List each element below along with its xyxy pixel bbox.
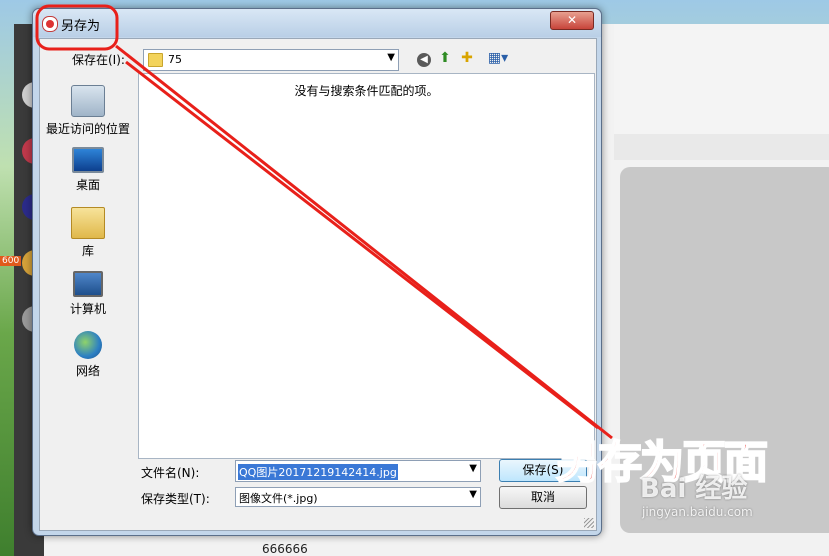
background-bottom-strip [232, 536, 829, 556]
background-badge: 600 [0, 256, 22, 266]
chevron-down-icon: ▼ [387, 52, 395, 63]
filename-input[interactable]: QQ图片20171219142414.jpg ▼ [235, 460, 481, 482]
filetype-value: 图像文件(*.jpg) [239, 492, 318, 505]
background-app-header [614, 24, 829, 134]
folder-icon [148, 53, 163, 67]
place-computer[interactable]: 计算机 [40, 271, 136, 317]
filetype-select[interactable]: 图像文件(*.jpg) ▼ [235, 487, 481, 507]
back-button[interactable]: ◀ [415, 49, 433, 67]
save-as-dialog: 另存为 ✕ 保存在(I): 75 ▼ ◀ ⬆ ✚ ▦▾ 最近访问的位置 桌面 库 [32, 8, 602, 536]
library-icon [71, 207, 105, 239]
views-menu-button[interactable]: ▦▾ [484, 49, 512, 67]
place-label: 桌面 [75, 178, 100, 192]
file-list[interactable]: 没有与搜索条件匹配的项。 [138, 73, 595, 459]
place-network[interactable]: 网络 [40, 331, 136, 379]
close-button[interactable]: ✕ [550, 11, 594, 30]
place-recent[interactable]: 最近访问的位置 [40, 85, 136, 137]
network-icon [74, 331, 102, 359]
place-desktop[interactable]: 桌面 [40, 147, 136, 193]
filetype-label: 保存类型(T): [141, 492, 210, 506]
place-library[interactable]: 库 [40, 207, 136, 259]
place-label: 网络 [75, 364, 100, 378]
dialog-body: 保存在(I): 75 ▼ ◀ ⬆ ✚ ▦▾ 最近访问的位置 桌面 库 计算机 网… [39, 38, 597, 531]
save-in-label: 保存在(I): [72, 53, 125, 67]
recent-places-icon [71, 85, 105, 117]
background-app-strip [614, 134, 829, 160]
filename-value: QQ图片20171219142414.jpg [238, 464, 398, 480]
back-arrow-icon: ◀ [417, 53, 431, 67]
dialog-titlebar[interactable]: 另存为 ✕ [33, 9, 601, 37]
watermark-logo: Bai 经验 [640, 474, 748, 504]
new-folder-button[interactable]: ✚ [458, 49, 476, 67]
place-label: 计算机 [69, 302, 106, 316]
save-in-dropdown[interactable]: 75 ▼ [143, 49, 399, 71]
app-icon [42, 16, 58, 32]
computer-icon [73, 271, 103, 297]
place-label: 库 [81, 244, 94, 258]
places-bar: 最近访问的位置 桌面 库 计算机 网络 [40, 73, 136, 525]
watermark-url: jingyan.baidu.com [642, 505, 753, 519]
place-label: 最近访问的位置 [45, 122, 130, 136]
chevron-down-icon: ▼ [469, 489, 477, 500]
dialog-title: 另存为 [61, 19, 101, 34]
save-in-value: 75 [168, 53, 182, 66]
watermark: Bai 经验 jingyan.baidu.com [640, 468, 800, 519]
resize-grip[interactable] [584, 518, 594, 528]
up-one-level-button[interactable]: ⬆ [436, 49, 454, 67]
chevron-down-icon[interactable]: ▼ [469, 463, 477, 474]
desktop-icon [72, 147, 104, 173]
background-bottom-text: 666666 [262, 542, 308, 556]
empty-results-message: 没有与搜索条件匹配的项。 [294, 84, 439, 98]
filename-label: 文件名(N): [141, 466, 200, 480]
